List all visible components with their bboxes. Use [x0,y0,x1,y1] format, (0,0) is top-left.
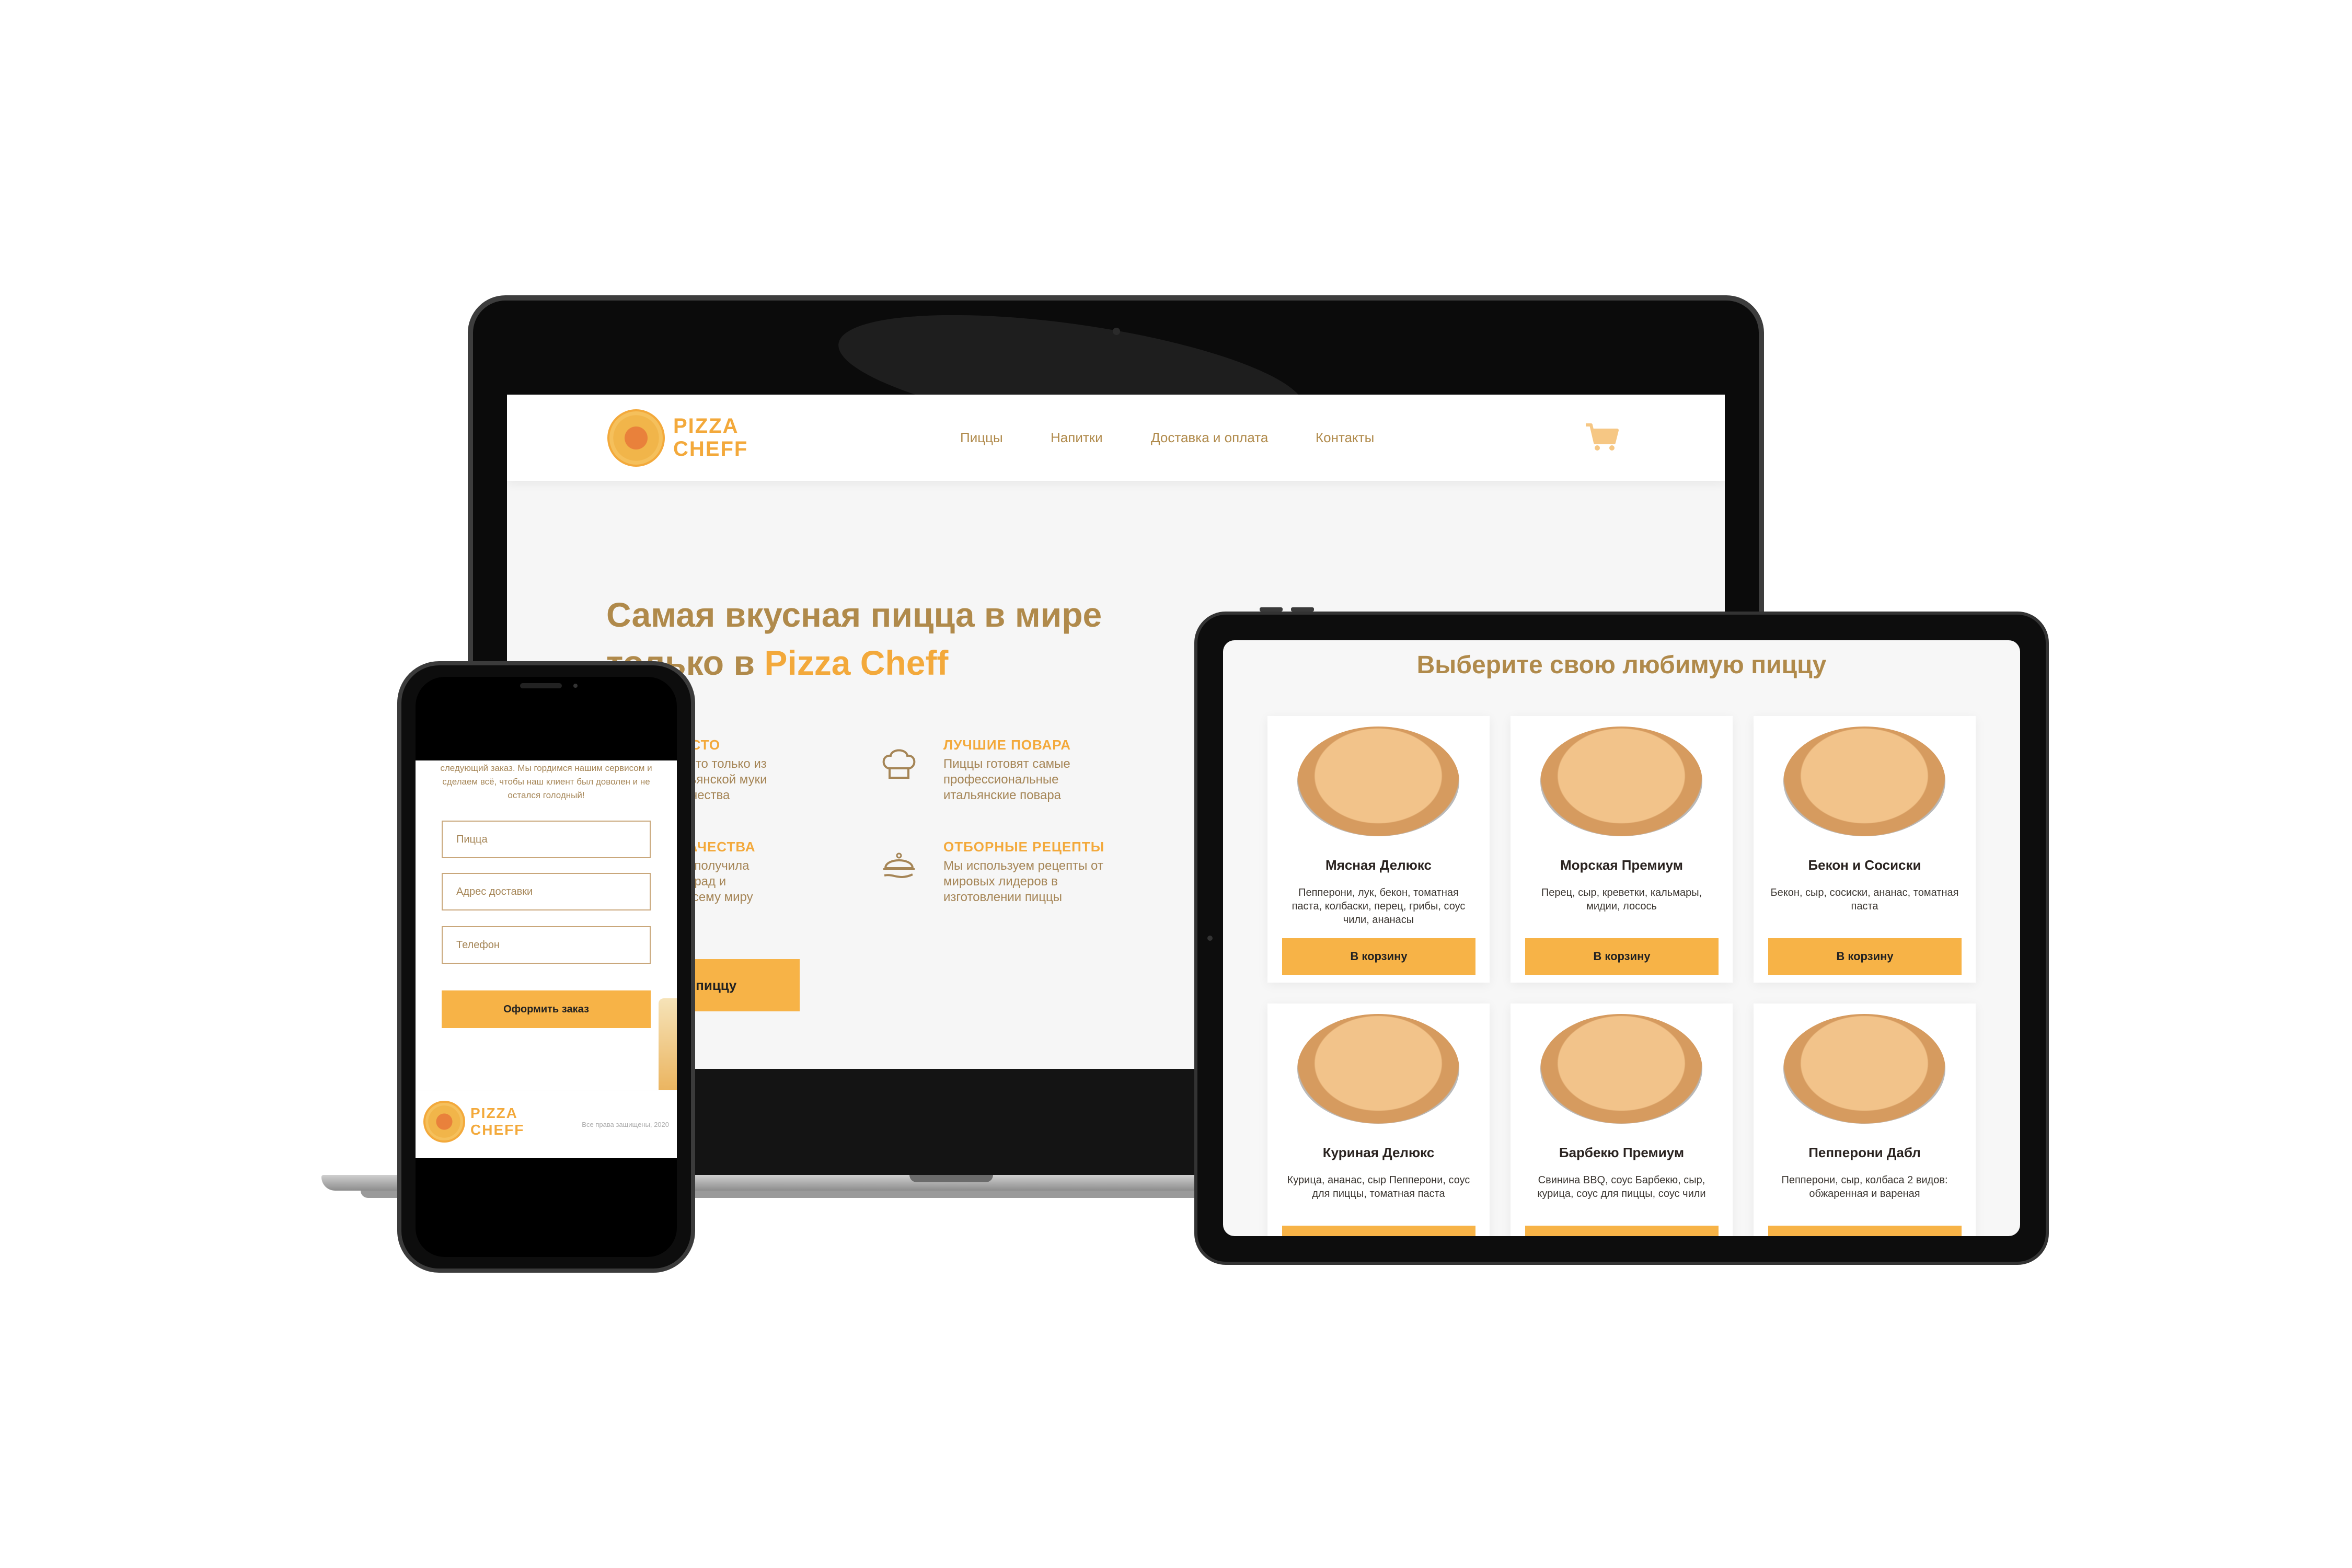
cart-icon[interactable] [1584,422,1620,453]
site-footer: PIZZA CHEFF Все права защищены, 2020 [416,1090,677,1158]
tablet-screen: Выберите свою любимую пиццу Мясная Делюк… [1223,640,2020,1236]
add-to-cart-button[interactable]: В корзину [1282,938,1475,975]
logo-text[interactable]: PIZZA CHEFF [470,1105,524,1138]
pizza-card: Куриная Делюкс Курица, ананас, сыр Пеппе… [1267,1004,1490,1236]
add-to-cart-button[interactable]: В корзину [1525,938,1719,975]
pizza-card: Мясная Делюкс Пепперони, лук, бекон, том… [1267,716,1490,983]
logo-text[interactable]: PIZZA CHEFF [673,414,748,460]
add-to-cart-button[interactable]: В корзину [1282,1226,1475,1236]
chef-hat-icon [882,749,916,779]
pizza-image [1297,1014,1459,1124]
address-input[interactable]: Адрес доставки [442,873,651,910]
pizza-image [1783,1014,1945,1124]
pizza-description: Пепперони, лук, бекон, томатная паста, к… [1292,887,1466,926]
pizza-description: Курица, ананас, сыр Пепперони, соус для … [1287,1174,1470,1200]
pizza-card: Морская Премиум Перец, сыр, креветки, ка… [1511,716,1733,983]
nav-item-pizzas[interactable]: Пиццы [960,430,1003,446]
pizza-description: Перец, сыр, креветки, кальмары, мидии, л… [1541,887,1702,912]
add-to-cart-button[interactable]: В корзину [1525,1226,1719,1236]
feature-title: ОТБОРНЫЕ РЕЦЕПТЫ [943,839,1105,855]
pizza-name: Мясная Делюкс [1325,857,1432,873]
submit-order-button[interactable]: Оформить заказ [442,990,651,1028]
pizza-card: Бекон и Сосиски Бекон, сыр, сосиски, ана… [1754,716,1976,983]
pizza-input[interactable]: Пицца [442,821,651,858]
phone-speaker [520,683,562,688]
phone-screen: следующий заказ. Мы гордимся нашим серви… [416,677,677,1257]
logo-icon[interactable] [607,409,665,467]
hero-title: Самая вкусная пицца в мире только в Pizz… [606,595,1102,682]
pizza-image [1540,727,1702,836]
pizza-name: Барбекю Премиум [1559,1145,1685,1160]
laptop-camera [1113,328,1120,335]
phone-input[interactable]: Телефон [442,926,651,964]
nav-item-contacts[interactable]: Контакты [1316,430,1374,446]
pizza-name: Пепперони Дабл [1808,1145,1921,1160]
nav-item-drinks[interactable]: Напитки [1051,430,1103,446]
cloche-icon [883,852,915,878]
pizza-image [1783,727,1945,836]
feature-recipes: ОТБОРНЫЕ РЕЦЕПТЫ Мы используем рецепты о… [943,839,1104,905]
pizza-name: Морская Премиум [1560,857,1683,873]
feature-chefs: ЛУЧШИЕ ПОВАРА Пиццы готовят самые профес… [943,737,1071,803]
pizza-card: Пепперони Дабл Пепперони, сыр, колбаса 2… [1754,1004,1976,1236]
tablet-volume-button [1260,607,1283,612]
tablet-volume-button [1291,607,1314,612]
tablet-camera [1207,936,1213,941]
pizza-image [1540,1014,1702,1124]
pizza-name: Бекон и Сосиски [1808,857,1921,873]
order-form-section: следующий заказ. Мы гордимся нашим серви… [416,760,677,1158]
feature-title: ЛУЧШИЕ ПОВАРА [943,737,1071,753]
pizza-description: Свинина BBQ, соус Барбекю, сыр, курица, … [1537,1174,1706,1200]
laptop-notch [909,1175,993,1182]
pizza-description: Пепперони, сыр, колбаса 2 видов: обжарен… [1781,1174,1948,1200]
add-to-cart-button[interactable]: В корзину [1768,1226,1962,1236]
pizza-image [1297,727,1459,836]
pizza-menu-title: Выберите свою любимую пиццу [1416,651,1827,679]
pizza-card: Барбекю Премиум Свинина BBQ, соус Барбек… [1511,1004,1733,1236]
feature-text: Мы используем рецепты от мировых лидеров… [943,859,1103,904]
feature-text: Пиццы готовят самые профессиональные ита… [943,757,1070,802]
add-to-cart-button[interactable]: В корзину [1768,938,1962,975]
copyright-text: Все права защищены, 2020 [582,1121,669,1128]
pizza-name: Куриная Делюкс [1322,1145,1435,1160]
order-intro-text: следующий заказ. Мы гордимся нашим серви… [440,763,652,800]
pizza-description: Бекон, сыр, сосиски, ананас, томатная па… [1770,887,1959,912]
site-header: PIZZA CHEFF Пиццы Напитки Доставка и опл… [507,395,1725,481]
phone-camera [573,684,578,688]
logo-icon[interactable] [423,1101,465,1143]
nav-item-delivery[interactable]: Доставка и оплата [1151,430,1268,446]
